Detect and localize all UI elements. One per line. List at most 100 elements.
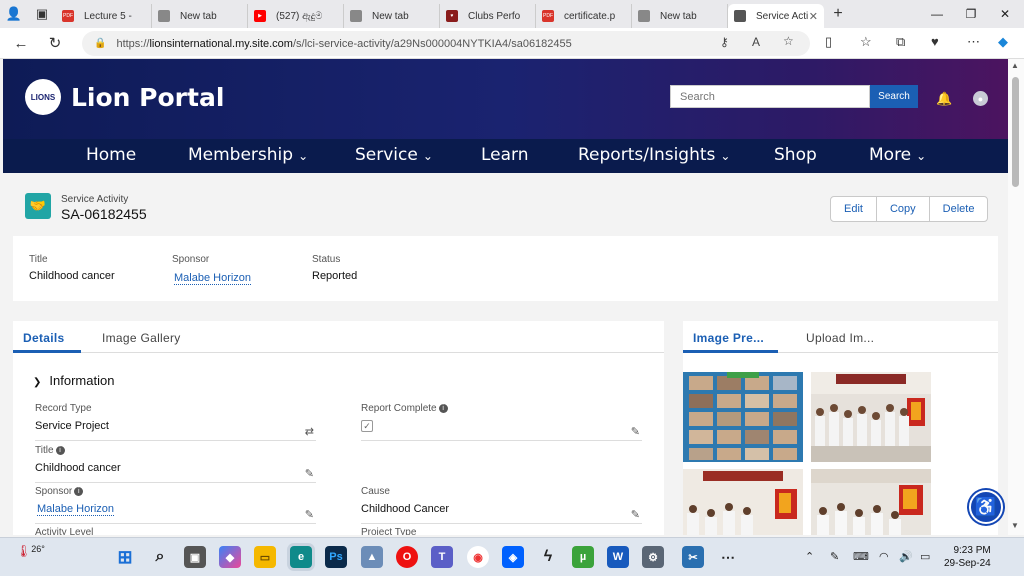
tab-details[interactable]: Details	[23, 331, 64, 345]
back-arrow-icon[interactable]: ←	[4, 35, 38, 52]
keyboard-icon[interactable]: ⌨	[853, 550, 869, 563]
minimize-button[interactable]: —	[920, 0, 954, 28]
browser-tab[interactable]: New tab	[632, 4, 728, 28]
close-window-button[interactable]: ✕	[988, 0, 1022, 28]
site-info-icon[interactable]: 🔒	[94, 38, 106, 49]
gallery-image-collage[interactable]	[683, 372, 803, 462]
favorites-icon[interactable]: ☆	[860, 34, 872, 50]
tab-upload-images[interactable]: Upload Im...	[806, 331, 874, 345]
highlight-sponsor-link[interactable]: Malabe Horizon	[174, 272, 252, 285]
page-scrollbar[interactable]: ▲ ▼	[1008, 59, 1024, 535]
copilot-app-icon[interactable]: ◆	[219, 546, 241, 568]
highlight-title-value: Childhood cancer	[29, 270, 115, 282]
chevron-up-icon[interactable]: ⌃	[805, 550, 814, 563]
edge-browser-icon[interactable]: e	[290, 546, 312, 568]
edit-pencil-icon[interactable]: ✎	[305, 508, 314, 521]
notification-bell-icon[interactable]: 🔔	[936, 91, 952, 107]
photos-icon[interactable]: ▲	[361, 546, 383, 568]
volume-icon[interactable]: 🔊	[899, 550, 913, 563]
browser-tab[interactable]: New tab	[152, 4, 248, 28]
scroll-down-arrow-icon[interactable]: ▼	[1011, 521, 1019, 530]
search-icon[interactable]: ⌕	[149, 546, 171, 568]
settings-more-icon[interactable]: ⋯	[967, 34, 980, 50]
portal-logo[interactable]: LIONS Lion Portal	[25, 79, 224, 115]
teams-icon[interactable]: T	[431, 546, 453, 568]
close-tab-icon[interactable]: ✕	[809, 10, 818, 23]
chevron-down-icon: ❯	[33, 377, 42, 388]
browser-tab[interactable]: New tab	[344, 4, 440, 28]
accessibility-icon[interactable]: ♿	[969, 490, 1003, 524]
opera-icon[interactable]: O	[396, 546, 418, 568]
info-icon[interactable]: i	[74, 486, 84, 496]
tab-image-preview[interactable]: Image Pre...	[693, 331, 764, 345]
edit-button[interactable]: Edit	[831, 197, 877, 221]
gallery-image-group-photo[interactable]	[811, 372, 931, 462]
browser-essentials-icon[interactable]: ♥	[931, 34, 939, 49]
snipping-tool-icon[interactable]: ✂	[682, 546, 704, 568]
gallery-image-event-photo[interactable]	[683, 469, 803, 535]
workspaces-icon[interactable]: ▣	[28, 0, 56, 28]
utorrent-icon[interactable]: µ	[572, 546, 594, 568]
settings-gear-icon[interactable]: ⚙	[642, 546, 664, 568]
split-screen-icon[interactable]: ▯	[825, 34, 832, 50]
favorite-star-icon[interactable]: ☆	[783, 34, 794, 48]
sponsor-field-link[interactable]: Malabe Horizon	[37, 503, 115, 516]
read-aloud-icon[interactable]: A	[752, 35, 760, 49]
photoshop-icon[interactable]: Ps	[325, 546, 347, 568]
change-record-type-icon[interactable]: ⇄	[305, 425, 314, 438]
scrollbar-thumb[interactable]	[1012, 77, 1019, 187]
nav-item-reports-insights[interactable]: Reports/Insights ⌄	[578, 145, 730, 165]
refresh-icon[interactable]: ↻	[38, 34, 72, 52]
browser-tab[interactable]: Service Acti ✕	[728, 4, 824, 28]
search-input[interactable]	[670, 85, 870, 108]
nav-item-shop[interactable]: Shop	[774, 145, 817, 165]
report-complete-checkbox[interactable]: ✓	[361, 420, 373, 432]
pen-icon[interactable]: ✎	[830, 550, 839, 563]
url-field[interactable]: 🔒 https://lionsinternational.my.site.com…	[82, 31, 810, 56]
info-icon[interactable]: i	[55, 445, 65, 455]
chrome-icon[interactable]: ◉	[467, 546, 489, 568]
password-key-icon[interactable]: ⚷	[720, 35, 729, 49]
profile-icon[interactable]: 👤	[0, 0, 28, 28]
search-button[interactable]: Search	[870, 85, 918, 108]
url-prefix: https://	[116, 37, 150, 50]
wifi-icon[interactable]: ◠	[879, 550, 889, 563]
nav-item-home[interactable]: Home	[86, 145, 136, 165]
nav-item-membership[interactable]: Membership ⌄	[188, 145, 308, 165]
battery-icon[interactable]: ▭	[920, 550, 930, 563]
file-explorer-icon[interactable]: ▭	[254, 546, 276, 568]
delete-button[interactable]: Delete	[930, 197, 988, 221]
more-apps-icon[interactable]: ⋯	[717, 546, 739, 568]
tab-image-gallery[interactable]: Image Gallery	[102, 331, 181, 345]
details-panel: Details Image Gallery ❯ Information Recor…	[13, 321, 664, 535]
edit-pencil-icon[interactable]: ✎	[305, 467, 314, 480]
edit-pencil-icon[interactable]: ✎	[631, 508, 640, 521]
new-tab-button[interactable]: +	[824, 5, 852, 23]
nav-item-learn[interactable]: Learn	[481, 145, 529, 165]
weather-widget[interactable]: 🌡26°	[16, 544, 45, 558]
image-panel: Image Pre... Upload Im...	[683, 321, 998, 535]
restore-button[interactable]: ❐	[954, 0, 988, 28]
dropbox-icon[interactable]: ◈	[502, 546, 524, 568]
nav-item-more[interactable]: More ⌄	[869, 145, 926, 165]
browser-tab[interactable]: PDF Lecture 5 -	[56, 4, 152, 28]
browser-tab[interactable]: ▶ (527) ඇදුම	[248, 4, 344, 28]
nav-item-service[interactable]: Service ⌄	[355, 145, 433, 165]
browser-tab[interactable]: PDF certificate.p	[536, 4, 632, 28]
collections-icon[interactable]: ⧉	[896, 34, 905, 50]
browser-tab[interactable]: ♥ Clubs Perfo	[440, 4, 536, 28]
gallery-image-hall-photo[interactable]	[811, 469, 931, 535]
task-view-icon[interactable]: ▣	[184, 546, 206, 568]
copilot-icon[interactable]: ◆	[998, 34, 1008, 50]
user-avatar[interactable]: ●	[973, 91, 988, 106]
word-icon[interactable]: W	[607, 546, 629, 568]
system-clock[interactable]: 9:23 PM 29-Sep-24	[944, 544, 991, 570]
highlight-title: Title Childhood cancer	[29, 254, 115, 282]
start-icon[interactable]: ⊞	[114, 546, 136, 568]
info-icon[interactable]: i	[438, 403, 448, 413]
lightning-app-icon[interactable]: ϟ	[537, 546, 559, 568]
information-section-toggle[interactable]: ❯ Information	[33, 373, 114, 388]
edit-pencil-icon[interactable]: ✎	[631, 425, 640, 438]
copy-button[interactable]: Copy	[877, 197, 930, 221]
scroll-up-arrow-icon[interactable]: ▲	[1011, 61, 1019, 70]
